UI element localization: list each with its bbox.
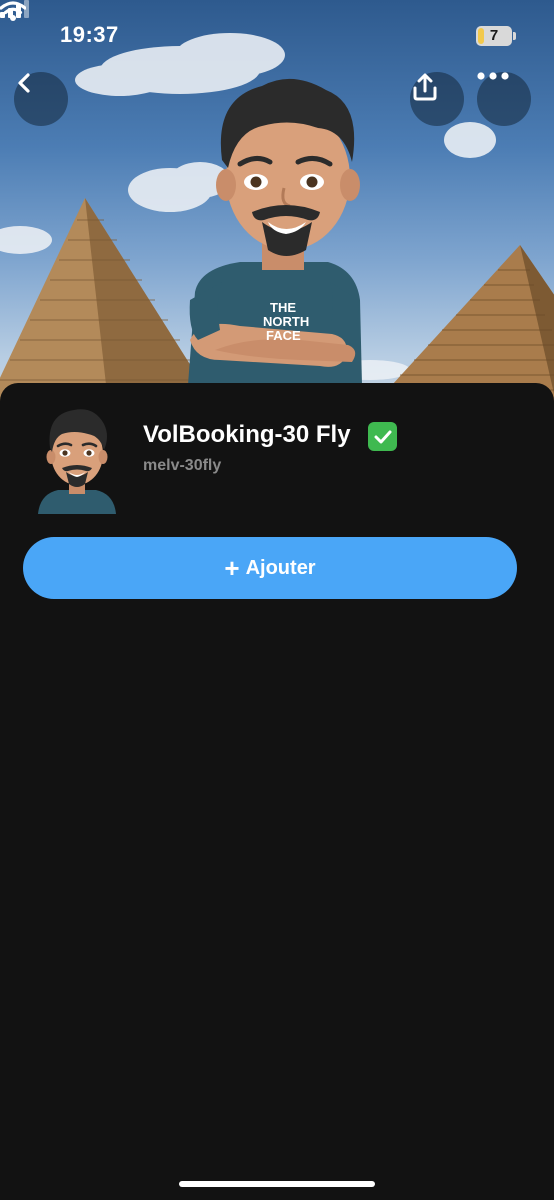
verified-check-icon <box>368 422 397 451</box>
more-dots-icon <box>477 72 509 80</box>
check-mark-icon <box>374 430 391 443</box>
profile-banner: THE NORTH FACE 19:37 7 <box>0 0 554 420</box>
battery-level: 7 <box>489 27 499 44</box>
chevron-left-icon <box>18 73 30 93</box>
hero-avatar: THE NORTH FACE <box>188 78 362 385</box>
add-button-label: Ajouter <box>245 556 316 579</box>
wifi-icon <box>0 1 26 21</box>
status-bar: 19:37 7 <box>0 0 554 72</box>
home-indicator[interactable] <box>179 1181 375 1187</box>
shirt-text-line2: NORTH <box>263 314 309 329</box>
plus-icon: + <box>224 553 240 583</box>
add-friend-button[interactable]: + Ajouter <box>23 537 517 599</box>
share-button[interactable] <box>410 72 464 126</box>
status-time: 19:37 <box>60 22 119 47</box>
back-button[interactable] <box>14 72 68 126</box>
username: melv-30fly <box>143 457 222 474</box>
share-upload-icon <box>413 73 437 101</box>
shirt-text-line1: THE <box>270 300 296 315</box>
avatar[interactable] <box>34 402 120 514</box>
more-options-button[interactable] <box>477 72 531 126</box>
battery-icon: 7 <box>476 26 512 46</box>
battery-fill <box>478 28 484 44</box>
battery-tip <box>513 32 516 40</box>
shirt-text-line3: FACE <box>266 328 301 343</box>
display-name: VolBooking-30 Fly <box>143 421 351 448</box>
